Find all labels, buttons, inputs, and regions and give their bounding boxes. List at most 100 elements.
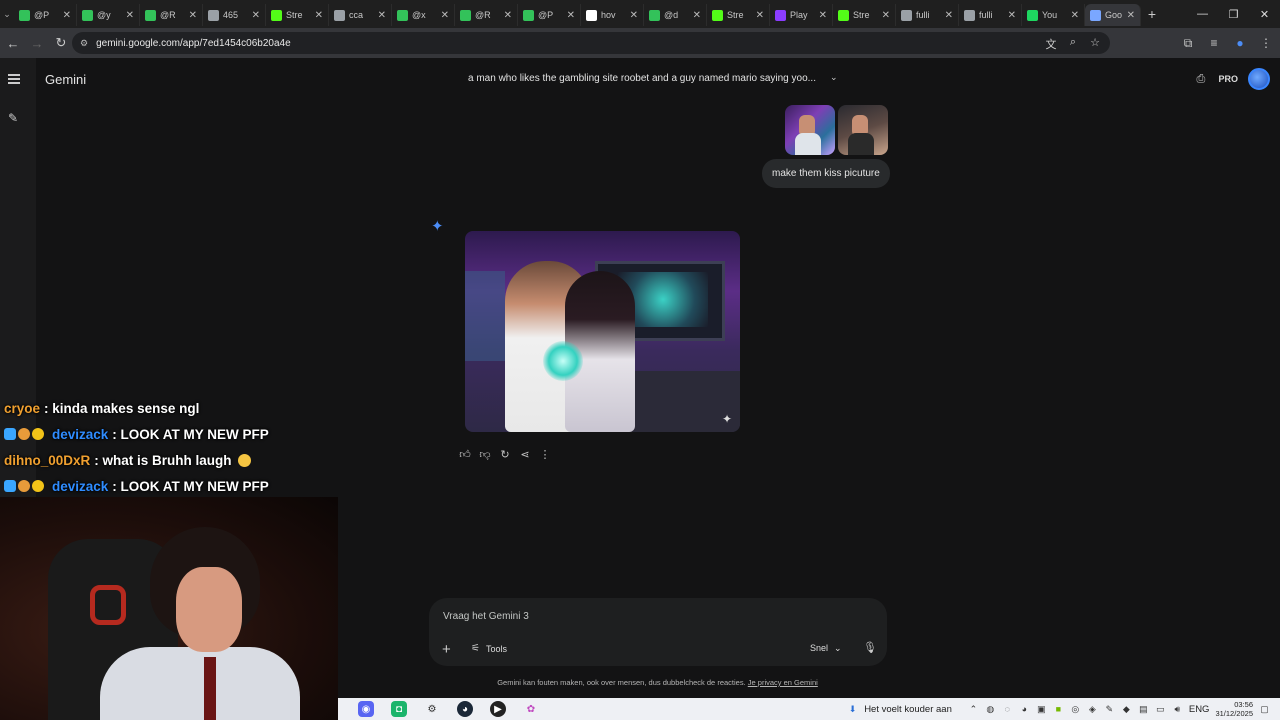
media-icon[interactable]: ≡ <box>1206 32 1222 54</box>
minimize-icon[interactable]: — <box>1187 0 1218 28</box>
thumbs-down-icon[interactable]: 👎︎ <box>479 448 491 462</box>
share-conversation-icon[interactable]: ⎙ <box>1196 73 1208 85</box>
tray-app-icon[interactable]: ◌ <box>1002 704 1013 715</box>
site-settings-icon[interactable]: ⚙ <box>80 38 88 49</box>
tray-app-icon[interactable]: ◎ <box>1070 704 1081 715</box>
close-window-icon[interactable]: ✕ <box>1249 0 1280 28</box>
more-options-icon[interactable]: ⋮ <box>539 448 551 462</box>
new-tab-button[interactable]: + <box>1141 6 1163 22</box>
close-tab-icon[interactable]: ✕ <box>756 10 764 21</box>
media-player-icon[interactable]: ▶ <box>490 701 506 717</box>
close-tab-icon[interactable]: ✕ <box>63 10 71 21</box>
browser-tab[interactable]: Stre ✕ <box>707 4 770 26</box>
close-tab-icon[interactable]: ✕ <box>567 10 575 21</box>
settings-gear-icon[interactable]: ⚙ <box>424 701 440 717</box>
clock[interactable]: 03:56 31/12/2025 <box>1215 700 1253 718</box>
add-attachment-icon[interactable]: + <box>442 641 451 658</box>
close-tab-icon[interactable]: ✕ <box>315 10 323 21</box>
browser-tab[interactable]: fulli ✕ <box>896 4 959 26</box>
browser-tab[interactable]: @P ✕ <box>14 4 77 26</box>
forward-icon[interactable]: → <box>26 32 48 54</box>
steam-tray-icon[interactable]: ◕ <box>1019 704 1030 715</box>
browser-tab[interactable]: 465 ✕ <box>203 4 266 26</box>
restore-icon[interactable]: ❐ <box>1218 0 1249 28</box>
microphone-icon[interactable]: 🎙︎ <box>863 641 877 654</box>
reload-icon[interactable]: ↻ <box>50 32 72 54</box>
menu-icon[interactable] <box>8 74 20 84</box>
close-tab-icon[interactable]: ✕ <box>1008 10 1016 21</box>
thumbs-up-icon[interactable]: 👍︎ <box>459 448 471 462</box>
tray-app-icon[interactable]: ◆ <box>1121 704 1132 715</box>
tray-app-icon[interactable]: ▤ <box>1138 704 1149 715</box>
steam-icon[interactable]: ◕ <box>457 701 473 717</box>
language-indicator[interactable]: ENG <box>1189 704 1210 715</box>
generated-image[interactable]: ✦ <box>465 231 740 432</box>
prompt-input[interactable]: Vraag het Gemini 3 <box>443 611 529 622</box>
tab-search-chevron-icon[interactable]: ⌄ <box>0 0 14 28</box>
browser-tab[interactable]: @x ✕ <box>392 4 455 26</box>
volume-icon[interactable]: 🔊︎ <box>1172 704 1183 715</box>
browser-tab[interactable]: You ✕ <box>1022 4 1085 26</box>
chat-username[interactable]: devizack <box>52 479 108 494</box>
chat-username[interactable]: cryoe <box>4 401 40 416</box>
close-tab-icon[interactable]: ✕ <box>252 10 260 21</box>
discord-icon[interactable]: ◉ <box>358 701 374 717</box>
chevron-down-icon[interactable]: ⌄ <box>830 72 838 83</box>
browser-tab[interactable]: Goo ✕ <box>1085 4 1141 26</box>
browser-tab[interactable]: cca ✕ <box>329 4 392 26</box>
chat-username[interactable]: devizack <box>52 427 108 442</box>
nvidia-icon[interactable]: ■ <box>1053 704 1064 715</box>
tray-app-icon[interactable]: ◍ <box>985 704 996 715</box>
conversation-title[interactable]: a man who likes the gambling site roobet… <box>468 73 816 84</box>
chevron-up-icon[interactable]: ⌃ <box>968 704 979 715</box>
close-tab-icon[interactable]: ✕ <box>819 10 827 21</box>
browser-tab[interactable]: @R ✕ <box>140 4 203 26</box>
regenerate-icon[interactable]: ↻ <box>499 448 511 462</box>
close-tab-icon[interactable]: ✕ <box>882 10 890 21</box>
tray-app-icon[interactable]: ◈ <box>1087 704 1098 715</box>
back-icon[interactable]: ← <box>2 32 24 54</box>
tray-app-icon[interactable]: ▣ <box>1036 704 1047 715</box>
share-icon[interactable]: ⋖ <box>519 448 531 462</box>
browser-tab[interactable]: Stre ✕ <box>833 4 896 26</box>
browser-tab[interactable]: @P ✕ <box>518 4 581 26</box>
avatar[interactable] <box>1248 68 1270 90</box>
browser-tab[interactable]: fulli ✕ <box>959 4 1022 26</box>
browser-tab[interactable]: @d ✕ <box>644 4 707 26</box>
privacy-link[interactable]: Je privacy en Gemini <box>748 678 818 687</box>
close-tab-icon[interactable]: ✕ <box>189 10 197 21</box>
browser-tab[interactable]: hov ✕ <box>581 4 644 26</box>
bookmark-star-icon[interactable]: ☆ <box>1088 36 1102 52</box>
attached-image-1[interactable] <box>785 105 835 155</box>
app-icon[interactable]: ✿ <box>523 701 539 717</box>
close-tab-icon[interactable]: ✕ <box>378 10 386 21</box>
app-brand[interactable]: Gemini <box>45 72 86 87</box>
notifications-icon[interactable]: ▢ <box>1259 704 1270 715</box>
close-tab-icon[interactable]: ✕ <box>693 10 701 21</box>
network-icon[interactable]: ▭ <box>1155 704 1166 715</box>
obs-icon[interactable]: ◘ <box>391 701 407 717</box>
mode-selector[interactable]: Snel ⌄ <box>810 643 842 654</box>
tools-button[interactable]: ⚟ Tools <box>471 643 507 654</box>
new-chat-icon[interactable]: ✎ <box>8 112 20 124</box>
close-tab-icon[interactable]: ✕ <box>945 10 953 21</box>
pen-icon[interactable]: ✎ <box>1104 704 1115 715</box>
close-tab-icon[interactable]: ✕ <box>1071 10 1079 21</box>
close-tab-icon[interactable]: ✕ <box>441 10 449 21</box>
close-tab-icon[interactable]: ✕ <box>126 10 134 21</box>
browser-menu-icon[interactable]: ⋮ <box>1258 32 1274 54</box>
browser-tab[interactable]: Stre ✕ <box>266 4 329 26</box>
translate-icon[interactable]: 文 <box>1044 36 1058 52</box>
extensions-icon[interactable]: ⧉ <box>1180 32 1196 54</box>
close-tab-icon[interactable]: ✕ <box>630 10 638 21</box>
profile-icon[interactable]: ● <box>1232 32 1248 54</box>
address-bar[interactable]: ⚙ gemini.google.com/app/7ed1454c06b20a4e… <box>72 32 1110 54</box>
close-tab-icon[interactable]: ✕ <box>504 10 512 21</box>
browser-tab[interactable]: @R ✕ <box>455 4 518 26</box>
chat-username[interactable]: dihno_00DxR <box>4 453 90 468</box>
browser-tab[interactable]: Play ✕ <box>770 4 833 26</box>
prompt-composer[interactable]: Vraag het Gemini 3 + ⚟ Tools Snel ⌄ 🎙︎ <box>429 598 887 666</box>
attached-image-2[interactable] <box>838 105 888 155</box>
weather-text[interactable]: Het voelt kouder aan <box>864 704 952 715</box>
browser-tab[interactable]: @y ✕ <box>77 4 140 26</box>
